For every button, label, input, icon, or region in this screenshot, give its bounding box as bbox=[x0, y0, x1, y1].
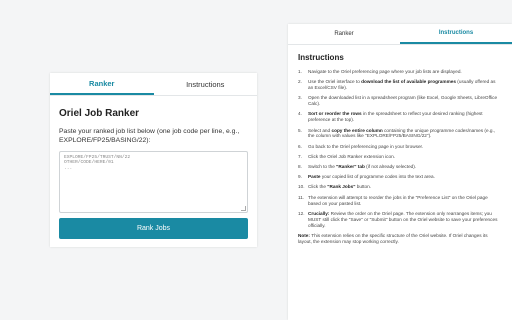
step-number: 2. bbox=[298, 79, 302, 85]
step-text: Click the "Rank Jobs" button. bbox=[308, 184, 502, 190]
step-text-pre: Click the Oriel Job Ranker extension ico… bbox=[308, 153, 396, 159]
instruction-step: 11. The extension will attempt to reorder… bbox=[298, 195, 502, 207]
textarea-placeholder-line: ... bbox=[64, 165, 73, 171]
instruction-step: 6. Go back to the Oriel preferencing page… bbox=[298, 144, 502, 150]
rank-jobs-button[interactable]: Rank Jobs bbox=[59, 218, 248, 239]
step-text: Navigate to the Oriel preferencing page … bbox=[308, 69, 502, 75]
note-text: This extension relies on the specific st… bbox=[298, 232, 488, 244]
tab-instructions[interactable]: Instructions bbox=[154, 73, 258, 95]
step-text-pre: Navigate to the Oriel preferencing page … bbox=[308, 69, 462, 74]
instruction-step: 12. Crucially: Review the order on the Or… bbox=[298, 211, 502, 229]
step-text-post: Review the order on the Oriel page. The … bbox=[308, 210, 498, 228]
instruction-step: 1. Navigate to the Oriel preferencing pag… bbox=[298, 69, 502, 75]
step-text-pre: Select and bbox=[308, 127, 332, 133]
step-text: Crucially: Review the order on the Oriel… bbox=[308, 211, 502, 229]
tab-bar: Ranker Instructions bbox=[288, 24, 512, 45]
resize-handle-icon[interactable] bbox=[241, 206, 246, 211]
step-text-post: (if not already selected). bbox=[364, 164, 417, 170]
instructions-panel: Ranker Instructions Instructions 1. Navig… bbox=[288, 24, 512, 320]
instruction-step: 2. Use the Oriel interface to download th… bbox=[298, 79, 502, 91]
step-text-pre: Open the downloaded list in a spreadshee… bbox=[308, 95, 498, 107]
step-text-post: your copied list of programme codes into… bbox=[320, 174, 435, 180]
step-text: Click the Oriel Job Ranker extension ico… bbox=[308, 154, 502, 160]
ranker-panel: Ranker Instructions Oriel Job Ranker Pas… bbox=[50, 73, 257, 247]
step-number: 4. bbox=[298, 111, 302, 117]
extension-note: Note: This extension relies on the speci… bbox=[298, 233, 502, 245]
instruction-steps: 1. Navigate to the Oriel preferencing pag… bbox=[298, 69, 502, 228]
step-text-pre: Use the Oriel interface to bbox=[308, 79, 362, 85]
step-number: 8. bbox=[298, 164, 302, 170]
step-text: The extension will attempt to reorder th… bbox=[308, 195, 502, 207]
step-text: Open the downloaded list in a spreadshee… bbox=[308, 95, 502, 107]
tab-instructions[interactable]: Instructions bbox=[400, 24, 512, 44]
step-text: Paste your copied list of programme code… bbox=[308, 174, 502, 180]
step-number: 7. bbox=[298, 153, 302, 159]
step-number: 10. bbox=[298, 184, 305, 190]
tab-ranker[interactable]: Ranker bbox=[288, 24, 400, 44]
step-number: 12. bbox=[298, 210, 305, 216]
step-text: Select and copy the entire column contai… bbox=[308, 128, 502, 140]
step-text-bold: Sort or reorder the rows bbox=[308, 111, 362, 117]
step-text-post: button. bbox=[355, 184, 372, 190]
step-text-pre: Switch to the bbox=[308, 164, 337, 170]
step-text-pre: Click the bbox=[308, 184, 328, 190]
step-text-bold: download the list of available programme… bbox=[361, 79, 456, 85]
tab-bar: Ranker Instructions bbox=[50, 73, 257, 96]
instruction-step: 3. Open the downloaded list in a spreadsh… bbox=[298, 95, 502, 107]
instruction-step: 5. Select and copy the entire column cont… bbox=[298, 128, 502, 140]
step-number: 11. bbox=[298, 194, 305, 200]
step-number: 9. bbox=[298, 174, 302, 180]
step-text-pre: The extension will attempt to reorder th… bbox=[308, 194, 488, 206]
paste-instruction: Paste your ranked job list below (one jo… bbox=[59, 128, 240, 144]
step-number: 6. bbox=[298, 143, 302, 149]
instruction-step: 10. Click the "Rank Jobs" button. bbox=[298, 184, 502, 190]
instructions-title: Instructions bbox=[298, 53, 344, 62]
step-number: 3. bbox=[298, 95, 302, 101]
step-text-pre: Go back to the Oriel preferencing page i… bbox=[308, 143, 424, 149]
job-list-textarea[interactable]: EXPLORE/FP25/TRUST/NN/22 OTHER/CODE/HERE… bbox=[59, 151, 248, 213]
step-number: 1. bbox=[298, 69, 302, 74]
page-title: Oriel Job Ranker bbox=[59, 108, 140, 119]
step-text-bold: "Ranker" tab bbox=[336, 164, 365, 170]
step-text-bold: copy the entire column bbox=[331, 127, 383, 133]
step-text-bold: "Rank Jobs" bbox=[327, 184, 356, 190]
step-text: Sort or reorder the rows in the spreadsh… bbox=[308, 111, 502, 123]
note-label: Note: bbox=[298, 232, 310, 238]
step-text-bold: Crucially: bbox=[308, 210, 330, 216]
instruction-step: 7. Click the Oriel Job Ranker extension i… bbox=[298, 154, 502, 160]
step-text: Switch to the "Ranker" tab (if not alrea… bbox=[308, 164, 502, 170]
step-text: Go back to the Oriel preferencing page i… bbox=[308, 144, 502, 150]
instruction-step: 9. Paste your copied list of programme co… bbox=[298, 174, 502, 180]
step-text: Use the Oriel interface to download the … bbox=[308, 79, 502, 91]
step-text-bold: Paste bbox=[308, 174, 321, 180]
instruction-step: 4. Sort or reorder the rows in the spread… bbox=[298, 111, 502, 123]
instruction-step: 8. Switch to the "Ranker" tab (if not alr… bbox=[298, 164, 502, 170]
tab-ranker[interactable]: Ranker bbox=[50, 73, 154, 95]
step-number: 5. bbox=[298, 127, 302, 133]
